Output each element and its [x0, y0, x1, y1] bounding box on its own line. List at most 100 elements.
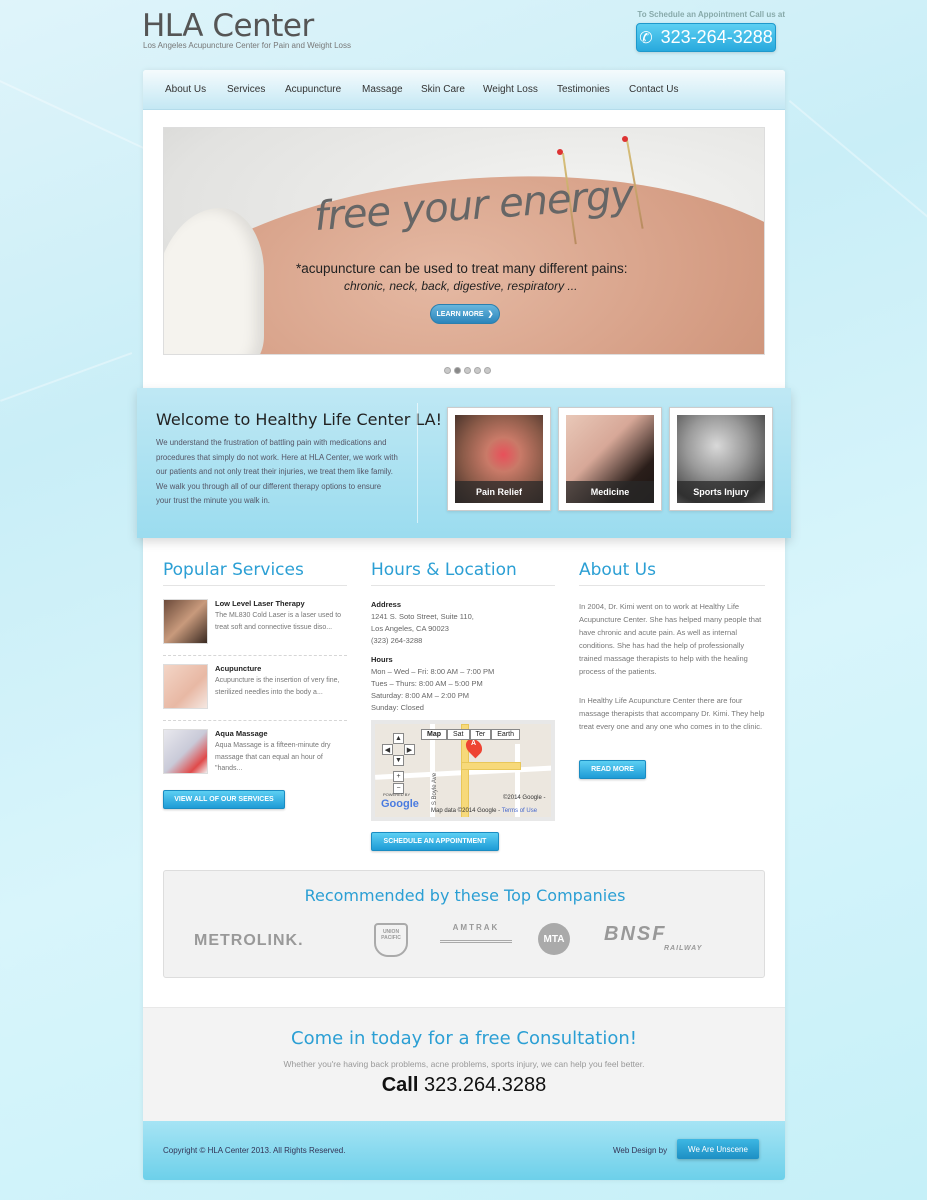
powered-by-label: POWERED BY — [383, 792, 411, 797]
nav-item-skin-care[interactable]: Skin Care — [421, 84, 465, 95]
slider-dot-active[interactable] — [454, 367, 461, 374]
bnsf-railway-label: RAILWAY — [664, 945, 703, 952]
sports-injury-card[interactable]: Sports Injury — [669, 407, 773, 511]
call-number: 323.264.3288 — [423, 1074, 547, 1096]
logo-tagline: Los Angeles Acupuncture Center for Pain … — [143, 41, 351, 50]
service-title[interactable]: Aqua Massage — [215, 729, 268, 738]
slider-dot[interactable] — [444, 367, 451, 374]
hours-label: Hours — [371, 655, 393, 664]
map-street-label: S Boyle Ave — [432, 772, 439, 806]
google-map[interactable]: S Boyle Ave A Map Sat Ter Earth ▲ ◀ ▶ ▼ … — [371, 720, 555, 821]
aqua-massage-thumbnail — [163, 729, 208, 774]
welcome-band: Welcome to Healthy Life Center LA! We un… — [137, 388, 791, 538]
divider — [371, 585, 555, 586]
address-label: Address — [371, 600, 402, 609]
divider — [163, 655, 347, 656]
about-paragraph: In 2004, Dr. Kimi went on to work at Hea… — [579, 602, 762, 676]
hours-line: Mon – Wed – Fri: 8:00 AM – 7:00 PM — [371, 667, 495, 676]
nav-item-testimonies[interactable]: Testimonies — [557, 84, 610, 95]
web-design-label: Web Design by — [613, 1146, 668, 1155]
map-highway — [461, 762, 521, 770]
we-are-unscene-link[interactable]: We Are Unscene — [677, 1139, 759, 1159]
service-title[interactable]: Acupuncture — [215, 664, 261, 673]
site-footer: Copyright © HLA Center 2013. All Rights … — [143, 1121, 785, 1180]
service-item[interactable]: Acupuncture Acupuncture is the insertion… — [163, 664, 347, 722]
laser-therapy-thumbnail — [163, 599, 208, 644]
map-tab-map[interactable]: Map — [421, 729, 447, 740]
needle-head — [557, 149, 563, 155]
phone-line[interactable]: (323) 264-3288 — [371, 636, 422, 645]
map-copyright: ©2014 Google - — [503, 795, 546, 801]
recommended-companies: Recommended by these Top Companies METRO… — [163, 870, 765, 978]
logo-title[interactable]: HLA Center — [142, 8, 314, 44]
divider — [579, 585, 765, 586]
pan-down-icon[interactable]: ▼ — [393, 755, 404, 766]
popular-services-title: Popular Services — [163, 560, 304, 580]
background-ray — [0, 352, 133, 402]
copyright-text: Copyright © HLA Center 2013. All Rights … — [163, 1146, 346, 1155]
phone-icon: ✆ — [639, 29, 653, 47]
learn-more-button[interactable]: LEARN MORE ❯ — [430, 304, 500, 324]
needle-head — [622, 136, 628, 142]
hours-line: Sunday: Closed — [371, 703, 424, 712]
phone-button[interactable]: ✆ 323-264-3288 — [636, 23, 776, 52]
recommended-title: Recommended by these Top Companies — [304, 886, 626, 905]
slider-dot[interactable] — [484, 367, 491, 374]
service-description: The ML830 Cold Laser is a laser used to … — [215, 612, 342, 631]
pan-left-icon[interactable]: ◀ — [382, 744, 393, 755]
google-logo: Google — [381, 798, 419, 810]
appointment-text: To Schedule an Appointment Call us at — [637, 10, 785, 19]
consultation-call[interactable]: Call 323.264.3288 — [143, 1074, 785, 1097]
nav-item-acupuncture[interactable]: Acupuncture — [285, 84, 341, 95]
nav-item-services[interactable]: Services — [227, 84, 265, 95]
map-tab-satellite[interactable]: Sat — [447, 729, 470, 740]
zoom-in-icon[interactable]: + — [393, 771, 404, 782]
nav-item-massage[interactable]: Massage — [362, 84, 403, 95]
map-tab-earth[interactable]: Earth — [491, 729, 520, 740]
map-tab-terrain[interactable]: Ter — [469, 729, 492, 740]
view-all-services-button[interactable]: VIEW ALL OF OUR SERVICES — [163, 790, 285, 809]
slide-subtitle: *acupuncture can be used to treat many d… — [296, 261, 628, 276]
site-header: HLA Center Los Angeles Acupuncture Cente… — [142, 8, 785, 64]
service-item[interactable]: Low Level Laser Therapy The ML830 Cold L… — [163, 599, 347, 657]
slider-towel-image — [164, 208, 264, 354]
about-us-title: About Us — [579, 560, 656, 580]
slider-dot[interactable] — [474, 367, 481, 374]
service-title[interactable]: Low Level Laser Therapy — [215, 599, 305, 608]
schedule-appointment-button[interactable]: SCHEDULE AN APPOINTMENT — [371, 832, 499, 851]
slider-dot[interactable] — [464, 367, 471, 374]
chevron-right-icon: ❯ — [487, 311, 494, 318]
read-more-button[interactable]: READ MORE — [579, 760, 646, 779]
medicine-label: Medicine — [566, 481, 654, 503]
slider-pagination — [444, 367, 491, 374]
nav-item-about-us[interactable]: About Us — [165, 84, 206, 95]
learn-more-label: LEARN MORE — [436, 310, 484, 318]
divider — [417, 403, 418, 523]
pan-up-icon[interactable]: ▲ — [393, 733, 404, 744]
pan-right-icon[interactable]: ▶ — [404, 744, 415, 755]
hours-line: Saturday: 8:00 AM – 2:00 PM — [371, 691, 469, 700]
map-credit: Map data ©2014 Google - Terms of Use — [431, 808, 537, 814]
amtrak-logo: AMTRAK — [440, 923, 512, 943]
nav-item-weight-loss[interactable]: Weight Loss — [483, 84, 538, 95]
hero-slider[interactable]: free your energy *acupuncture can be use… — [163, 127, 765, 355]
service-item[interactable]: Aqua Massage Aqua Massage is a fifteen-m… — [163, 729, 347, 787]
main-container: About Us Services Acupuncture Massage Sk… — [143, 70, 785, 1180]
hours-line: Tues – Thurs: 8:00 AM – 5:00 PM — [371, 679, 483, 688]
pain-relief-card[interactable]: Pain Relief — [447, 407, 551, 511]
background-ray — [788, 100, 927, 231]
map-terms-link[interactable]: Terms of Use — [502, 808, 537, 814]
nav-item-contact-us[interactable]: Contact Us — [629, 84, 678, 95]
hours-location-title: Hours & Location — [371, 560, 517, 580]
call-label: Call — [381, 1074, 419, 1096]
map-type-tabs: Map Sat Ter Earth — [421, 729, 520, 740]
medicine-card[interactable]: Medicine — [558, 407, 662, 511]
consultation-section: Come in today for a free Consultation! W… — [143, 1007, 785, 1121]
welcome-text: We understand the frustration of battlin… — [156, 438, 398, 506]
address-line: 1241 S. Soto Street, Suite 110, — [371, 612, 474, 621]
sports-injury-label: Sports Injury — [677, 481, 765, 503]
union-pacific-logo: UNION PACIFIC — [374, 923, 408, 957]
metrolink-logo: METROLINK. — [194, 932, 304, 949]
about-paragraph: In Healthy Life Acupuncture Center there… — [579, 696, 765, 731]
pain-relief-label: Pain Relief — [455, 481, 543, 503]
